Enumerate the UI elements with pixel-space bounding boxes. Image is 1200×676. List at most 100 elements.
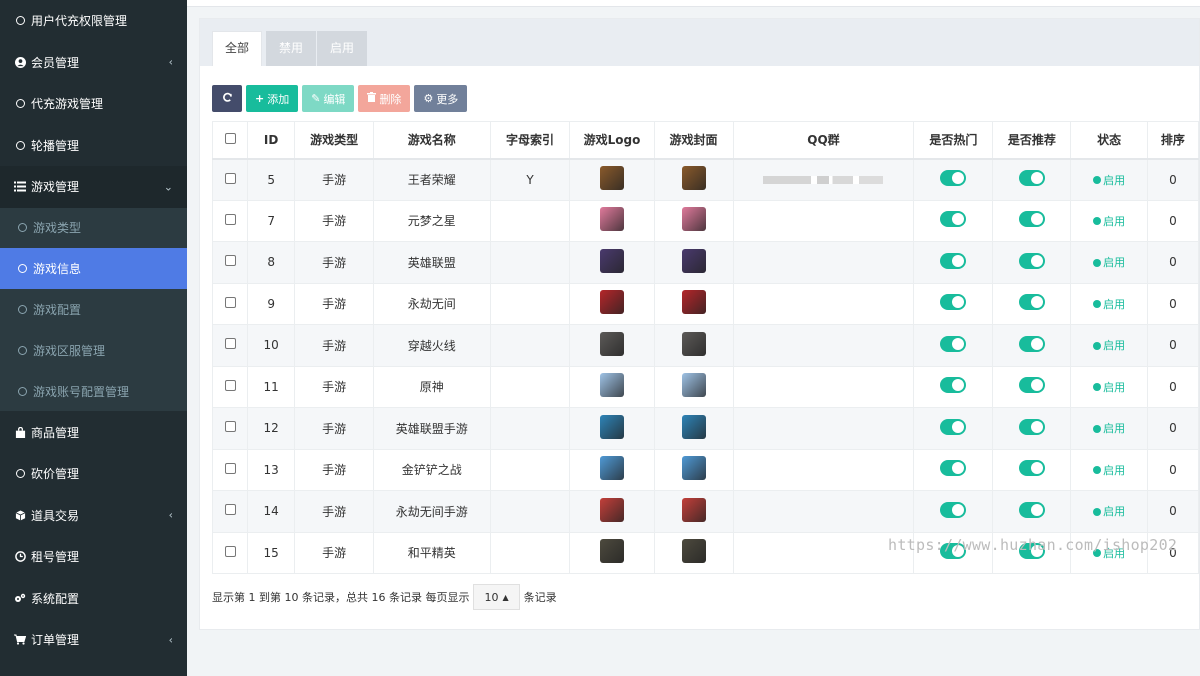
row-checkbox[interactable] [224, 504, 236, 516]
column-header[interactable]: 游戏Logo [569, 121, 655, 160]
hot-toggle[interactable] [940, 501, 967, 518]
table-row[interactable]: 10 手游 穿越火线 启用 0 [211, 324, 1200, 367]
hot-toggle[interactable] [940, 418, 967, 435]
column-header[interactable]: 排序 [1146, 121, 1200, 160]
column-header[interactable]: QQ群 [732, 121, 915, 160]
row-checkbox[interactable] [224, 545, 236, 557]
game-logo-image[interactable] [600, 331, 624, 359]
hot-toggle[interactable] [940, 252, 967, 269]
refresh-button[interactable] [212, 85, 242, 112]
hot-toggle[interactable] [940, 211, 967, 228]
status-badge[interactable]: 启用 [1093, 256, 1125, 269]
recommend-toggle[interactable] [1018, 460, 1045, 477]
hot-toggle[interactable] [940, 170, 967, 186]
game-cover-image[interactable] [681, 331, 706, 359]
game-logo-image[interactable] [600, 373, 624, 400]
game-logo-image[interactable] [600, 290, 624, 317]
status-badge[interactable]: 启用 [1093, 422, 1125, 435]
row-checkbox[interactable] [224, 462, 236, 474]
table-row[interactable]: 14 手游 永劫无间手游 启用 0 [211, 490, 1200, 533]
game-logo-image[interactable] [600, 166, 624, 193]
tab-disabled[interactable]: 禁用 [266, 31, 317, 66]
delete-button[interactable]: 删除 [358, 85, 411, 112]
sidebar-subitem[interactable]: 游戏信息 [0, 248, 187, 290]
sidebar-item-game-management[interactable]: 游戏管理 ⌄ [0, 166, 187, 208]
sidebar-subitem[interactable]: 游戏账号配置管理 [0, 371, 187, 412]
add-button[interactable]: + 添加 [246, 85, 299, 112]
row-checkbox[interactable] [224, 255, 236, 267]
sidebar-item[interactable]: 道具交易 ‹ [0, 494, 187, 536]
game-cover-image[interactable] [681, 414, 706, 442]
column-header[interactable]: 是否推荐 [992, 121, 1072, 160]
tab-enabled[interactable]: 启用 [317, 31, 368, 66]
sidebar-item[interactable]: 代充游戏管理 [0, 83, 187, 125]
game-cover-image[interactable] [681, 456, 706, 483]
recommend-toggle[interactable] [1018, 418, 1045, 435]
table-row[interactable]: 13 手游 金铲铲之战 启用 0 [211, 448, 1200, 491]
column-header[interactable]: 状态 [1070, 121, 1148, 160]
hot-toggle[interactable] [940, 377, 967, 394]
table-row[interactable]: 5 手游 王者荣耀 Y 启用 0 [211, 158, 1200, 201]
status-badge[interactable]: 启用 [1093, 174, 1125, 187]
recommend-toggle[interactable] [1018, 377, 1045, 394]
game-logo-image[interactable] [600, 414, 624, 442]
recommend-toggle[interactable] [1018, 252, 1045, 269]
status-badge[interactable]: 启用 [1093, 464, 1125, 477]
sidebar-item[interactable]: 轮播管理 [0, 125, 187, 167]
sidebar-item[interactable]: 订单管理 ‹ [0, 619, 187, 661]
sidebar-item[interactable]: 租号管理 [0, 536, 187, 578]
status-badge[interactable]: 启用 [1093, 298, 1125, 311]
game-cover-image[interactable] [681, 207, 706, 234]
game-cover-image[interactable] [681, 539, 706, 566]
column-header[interactable]: 是否热门 [913, 121, 994, 160]
sidebar-item[interactable]: 系统配置 [0, 577, 187, 619]
tab-all[interactable]: 全部 [212, 31, 263, 66]
status-badge[interactable]: 启用 [1093, 339, 1125, 352]
hot-toggle[interactable] [940, 335, 967, 352]
column-header[interactable]: 字母索引 [489, 121, 571, 160]
table-row[interactable]: 9 手游 永劫无间 启用 0 [211, 282, 1200, 325]
table-row[interactable]: 12 手游 英雄联盟手游 启用 0 [211, 407, 1200, 450]
column-header[interactable]: 游戏名称 [373, 121, 491, 160]
column-header[interactable]: 游戏类型 [294, 121, 375, 160]
game-logo-image[interactable] [600, 207, 624, 234]
edit-button[interactable]: ✎ 编辑 [302, 85, 355, 112]
row-checkbox[interactable] [224, 338, 236, 350]
game-logo-image[interactable] [600, 248, 624, 276]
sidebar-subitem[interactable]: 游戏配置 [0, 289, 187, 330]
row-checkbox[interactable] [224, 296, 236, 308]
table-row[interactable]: 11 手游 原神 启用 0 [211, 365, 1200, 408]
game-cover-image[interactable] [681, 497, 706, 525]
page-size-dropdown[interactable]: 10 ▲ [473, 584, 520, 610]
column-header[interactable]: 游戏封面 [653, 121, 734, 160]
game-cover-image[interactable] [681, 166, 706, 193]
sidebar-subitem[interactable]: 游戏类型 [0, 208, 187, 249]
sidebar-item[interactable]: 商品管理 [0, 411, 187, 453]
sidebar-item[interactable]: 会员管理 ‹ [0, 42, 187, 84]
row-checkbox[interactable] [224, 213, 236, 225]
hot-toggle[interactable] [940, 294, 967, 311]
row-checkbox[interactable] [224, 172, 236, 184]
more-button[interactable]: ⚙ 更多 [414, 85, 468, 112]
recommend-toggle[interactable] [1018, 170, 1045, 186]
game-logo-image[interactable] [600, 497, 624, 525]
game-cover-image[interactable] [681, 290, 706, 317]
sidebar-item[interactable]: 砍价管理 [0, 453, 187, 495]
game-logo-image[interactable] [600, 539, 624, 566]
row-checkbox[interactable] [224, 421, 236, 433]
table-row[interactable]: 8 手游 英雄联盟 启用 0 [211, 241, 1200, 284]
recommend-toggle[interactable] [1018, 335, 1045, 352]
select-all-checkbox[interactable] [224, 132, 236, 144]
game-cover-image[interactable] [681, 373, 706, 400]
row-checkbox[interactable] [224, 379, 236, 391]
column-header[interactable]: ID [247, 121, 296, 160]
status-badge[interactable]: 启用 [1093, 505, 1125, 518]
table-row[interactable]: 7 手游 元梦之星 启用 0 [211, 199, 1200, 242]
recommend-toggle[interactable] [1018, 294, 1045, 311]
recommend-toggle[interactable] [1018, 211, 1045, 228]
game-logo-image[interactable] [600, 456, 624, 483]
game-cover-image[interactable] [681, 248, 706, 276]
sidebar-subitem[interactable]: 游戏区服管理 [0, 330, 187, 371]
status-badge[interactable]: 启用 [1093, 381, 1125, 394]
recommend-toggle[interactable] [1018, 501, 1045, 518]
